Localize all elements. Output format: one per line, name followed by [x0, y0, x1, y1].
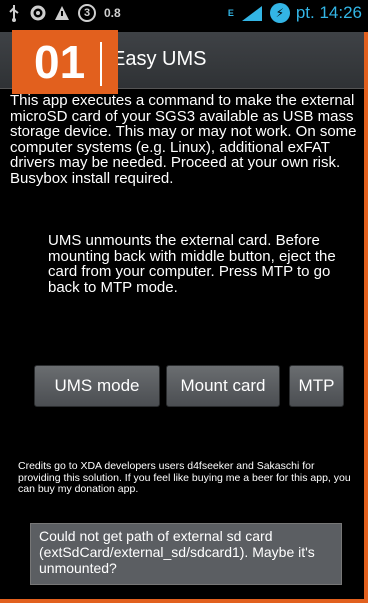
status-notifications: 3 0.8 — [6, 4, 121, 22]
status-system: E ⚡ pt. 14:26 — [228, 3, 362, 23]
credits-text: Credits go to XDA developers users d4fse… — [18, 460, 351, 495]
step-badge: 01 — [12, 30, 118, 94]
settings-icon — [30, 4, 46, 22]
notification-count-icon: 3 — [78, 4, 96, 22]
network-type: E — [227, 7, 234, 18]
app-title: Easy UMS — [112, 48, 207, 70]
signal-icon — [240, 4, 264, 22]
ums-mode-button[interactable]: UMS mode — [34, 365, 160, 407]
badge-divider — [100, 42, 102, 86]
battery-charging-icon: ⚡ — [269, 3, 290, 23]
alert-icon — [54, 4, 70, 22]
clock: pt. 14:26 — [295, 3, 362, 22]
mtp-button[interactable]: MTP — [289, 365, 344, 407]
speed-indicator: 0.8 — [104, 6, 121, 20]
error-toast: Could not get path of external sd card (… — [30, 523, 342, 585]
status-bar: 3 0.8 E ⚡ pt. 14:26 — [0, 0, 368, 32]
usb-icon — [6, 4, 22, 22]
step-number: 01 — [34, 36, 86, 88]
intro-text: This app executes a command to make the … — [10, 92, 357, 187]
ums-info-text: UMS unmounts the external card. Before m… — [48, 232, 336, 296]
mount-card-button[interactable]: Mount card — [166, 365, 280, 407]
